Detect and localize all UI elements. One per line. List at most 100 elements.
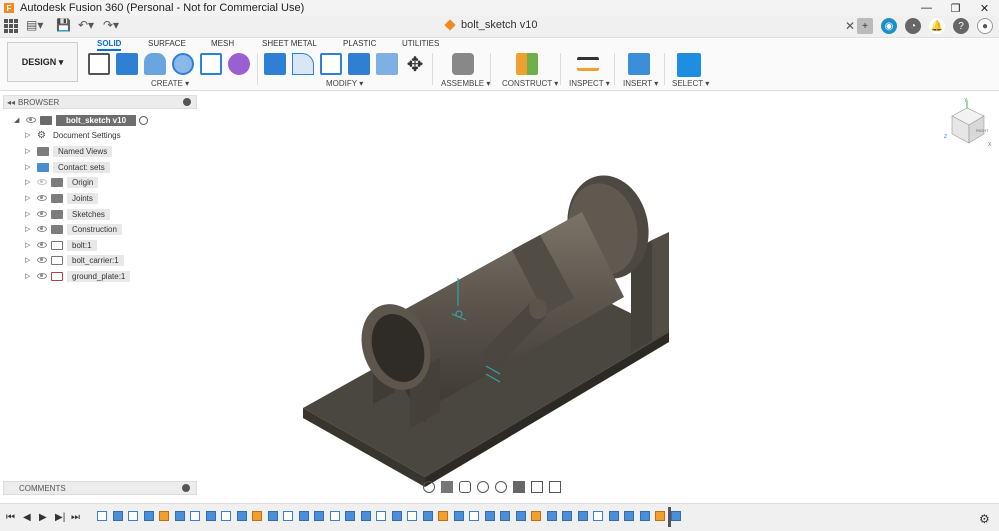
timeline-feature-icon[interactable]	[608, 511, 619, 521]
browser-item-bolt-carrier[interactable]: ▷ bolt_carrier:1	[25, 253, 124, 267]
browser-item-named-views[interactable]: ▷ Named Views	[25, 144, 113, 158]
expand-icon[interactable]: ▷	[25, 147, 33, 155]
close-tab-button[interactable]: ✕	[845, 19, 855, 33]
measure-icon[interactable]	[577, 57, 599, 71]
insert-group-label[interactable]: INSERT ▾	[623, 79, 658, 88]
create-sketch-icon[interactable]	[88, 53, 110, 75]
undo-icon[interactable]: ↶▾	[78, 18, 94, 32]
pan-hand-icon[interactable]	[459, 481, 471, 493]
timeline-feature-icon[interactable]	[515, 511, 526, 521]
hidden-eye-icon[interactable]	[37, 179, 47, 185]
construct-group-label[interactable]: CONSTRUCT ▾	[502, 79, 558, 88]
viewports-icon[interactable]	[549, 481, 561, 493]
orbit-icon[interactable]	[423, 481, 435, 493]
browser-root-row[interactable]: ◢ bolt_sketch v10	[14, 113, 149, 127]
expand-icon[interactable]: ▷	[25, 210, 33, 218]
help-icon[interactable]: ?	[953, 18, 969, 34]
timeline-feature-icon[interactable]	[453, 511, 464, 521]
tab-surface[interactable]: SURFACE	[148, 39, 186, 48]
replace-face-icon[interactable]	[376, 53, 398, 75]
activate-radio-icon[interactable]	[139, 115, 149, 125]
form-icon[interactable]	[228, 53, 250, 75]
timeline-feature-icon[interactable]	[267, 511, 278, 521]
notifications-bell-icon[interactable]: 🔔	[929, 18, 945, 34]
look-at-icon[interactable]	[441, 481, 453, 493]
visibility-eye-icon[interactable]	[37, 195, 47, 201]
go-to-end-icon[interactable]: ⏭	[71, 512, 80, 523]
maximize-button[interactable]: ❐	[941, 0, 970, 16]
timeline-feature-icon[interactable]	[624, 511, 634, 521]
browser-item-joints[interactable]: ▷ Joints	[25, 191, 98, 205]
timeline-feature-icon[interactable]	[97, 511, 107, 521]
expand-icon[interactable]: ▷	[25, 272, 33, 280]
timeline-feature-icon[interactable]	[469, 511, 479, 521]
browser-item-bolt[interactable]: ▷ bolt:1	[25, 238, 97, 252]
browser-item-ground-plate[interactable]: ▷ ground_plate:1	[25, 269, 131, 283]
timeline-feature-icon[interactable]	[298, 511, 309, 521]
comments-panel[interactable]: COMMENTS	[3, 481, 197, 495]
view-cube[interactable]: RIGHT Y Z X	[940, 98, 995, 153]
new-tab-plus-icon[interactable]: +	[857, 18, 873, 34]
fillet-icon[interactable]	[292, 53, 314, 75]
expand-icon[interactable]: ▷	[25, 178, 33, 186]
expand-icon[interactable]: ▷	[25, 225, 33, 233]
visibility-eye-icon[interactable]	[37, 273, 47, 279]
browser-item-document-settings[interactable]: ▷ ⚙ Document Settings	[25, 128, 121, 142]
timeline-feature-icon[interactable]	[345, 511, 355, 521]
timeline-feature-icon[interactable]	[143, 511, 154, 521]
inspect-group-label[interactable]: INSPECT ▾	[569, 79, 610, 88]
expand-root-icon[interactable]: ◢	[14, 116, 22, 124]
timeline-feature-icon[interactable]	[639, 511, 650, 521]
canvas-viewport[interactable]	[0, 92, 999, 499]
zoom-icon[interactable]	[477, 481, 489, 493]
step-forward-icon[interactable]: ▶|	[55, 512, 65, 523]
timeline-feature-icon[interactable]	[546, 511, 557, 521]
visibility-eye-icon[interactable]	[37, 257, 47, 263]
extrude-icon[interactable]	[116, 53, 138, 75]
create-group-label[interactable]: CREATE ▾	[151, 79, 189, 88]
timeline-feature-icon[interactable]	[360, 511, 371, 521]
timeline-feature-icon[interactable]	[391, 511, 402, 521]
go-to-start-icon[interactable]: ⏮	[6, 512, 15, 523]
timeline-feature-icon[interactable]	[655, 511, 665, 521]
timeline-feature-icon[interactable]	[236, 511, 247, 521]
timeline-feature-icon[interactable]	[252, 511, 262, 521]
timeline-feature-icon[interactable]	[484, 511, 495, 521]
visibility-eye-icon[interactable]	[26, 117, 36, 123]
timeline-feature-icon[interactable]	[329, 511, 340, 521]
select-group-label[interactable]: SELECT ▾	[672, 79, 709, 88]
timeline-feature-icon[interactable]	[500, 511, 510, 521]
tab-bolt-sketch[interactable]: bolt_sketch v10	[444, 19, 537, 31]
extensions-icon[interactable]: ◉	[881, 18, 897, 34]
timeline-feature-icon[interactable]	[128, 511, 138, 521]
visibility-eye-icon[interactable]	[37, 242, 47, 248]
browser-item-origin[interactable]: ▷ Origin	[25, 175, 99, 189]
step-back-icon[interactable]: ◀	[23, 512, 31, 523]
tab-solid[interactable]: SOLID	[97, 39, 122, 51]
timeline-feature-icon[interactable]	[407, 511, 417, 521]
tab-utilities[interactable]: UTILITIES	[402, 39, 439, 48]
visibility-eye-icon[interactable]	[37, 226, 47, 232]
timeline-feature-icon[interactable]	[205, 511, 216, 521]
save-icon[interactable]: 💾	[56, 18, 71, 32]
expand-icon[interactable]: ▷	[25, 256, 33, 264]
job-status-icon[interactable]: ◔	[905, 18, 921, 34]
tab-plastic[interactable]: PLASTIC	[343, 39, 376, 48]
expand-icon[interactable]: ▷	[25, 163, 33, 171]
move-copy-icon[interactable]: ✥	[404, 53, 426, 76]
timeline-feature-icon[interactable]	[438, 511, 448, 521]
timeline-feature-icon[interactable]	[531, 511, 541, 521]
add-comment-icon[interactable]	[182, 484, 190, 492]
redo-icon[interactable]: ↷▾	[103, 18, 119, 32]
modify-group-label[interactable]: MODIFY ▾	[326, 79, 363, 88]
joint-icon[interactable]	[452, 53, 474, 75]
timeline-settings-gear-icon[interactable]: ⚙	[979, 512, 990, 526]
model-render[interactable]	[0, 92, 999, 499]
timeline-feature-icon[interactable]	[577, 511, 588, 521]
timeline-feature-icon[interactable]	[422, 511, 433, 521]
workspace-switcher[interactable]: DESIGN ▾	[7, 42, 78, 82]
fit-zoom-icon[interactable]	[495, 481, 507, 493]
select-cursor-icon[interactable]	[677, 53, 701, 77]
browser-item-construction[interactable]: ▷ Construction	[25, 222, 122, 236]
timeline-feature-icon[interactable]	[190, 511, 200, 521]
